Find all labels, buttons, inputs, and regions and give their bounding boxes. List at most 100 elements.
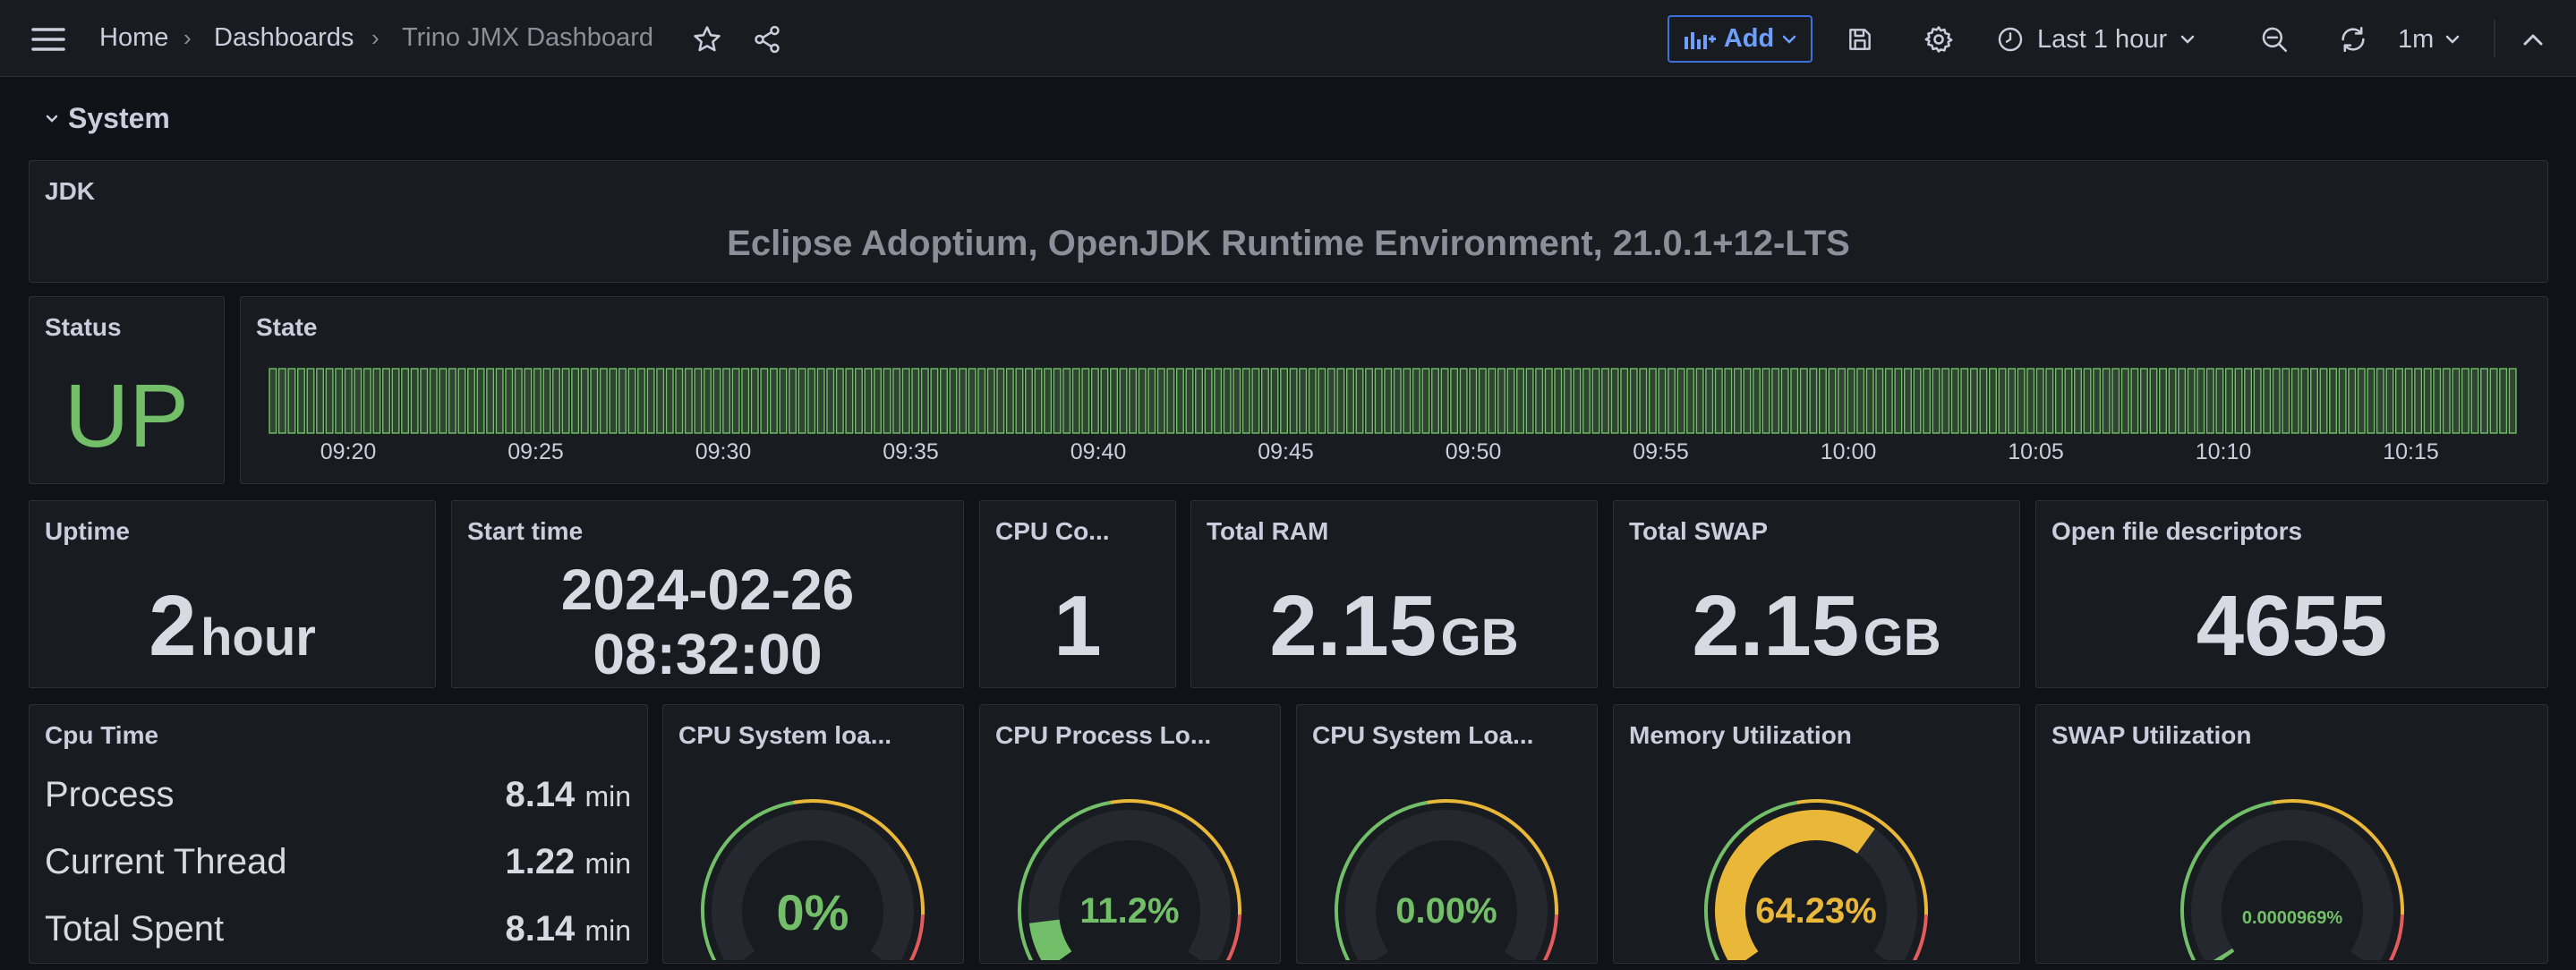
state-cell: [1308, 368, 1317, 434]
start-time-panel[interactable]: Start time 2024-02-26 08:32:00: [451, 500, 964, 688]
time-axis-label: 09:45: [1258, 439, 1314, 464]
state-cell: [2244, 368, 2253, 434]
star-icon[interactable]: [689, 21, 725, 57]
state-cell: [1110, 368, 1118, 434]
cpu-system-load-avg-gauge: 0.00%: [1297, 777, 1599, 970]
state-cell: [1865, 368, 1874, 434]
state-cell: [1563, 368, 1572, 434]
state-cell: [1658, 368, 1667, 434]
chevron-down-icon: [2180, 35, 2195, 44]
time-range-label: Last 1 hour: [2037, 24, 2168, 54]
state-cell: [325, 368, 334, 434]
state-cell: [467, 368, 476, 434]
state-cell: [1280, 368, 1289, 434]
state-cell: [1147, 368, 1156, 434]
state-cell: [2395, 368, 2403, 434]
state-cell: [410, 368, 419, 434]
state-cell: [486, 368, 495, 434]
state-cell: [1610, 368, 1619, 434]
state-cell: [1081, 368, 1090, 434]
state-cell: [2376, 368, 2384, 434]
state-cell: [1601, 368, 1610, 434]
uptime-panel[interactable]: Uptime 2 hour: [29, 500, 436, 688]
state-cell: [750, 368, 759, 434]
state-cell: [949, 368, 958, 434]
breadcrumb-dashboards[interactable]: Dashboards: [214, 20, 354, 55]
open-fd-panel[interactable]: Open file descriptors 4655: [2035, 500, 2548, 688]
state-cell: [2470, 368, 2479, 434]
save-icon[interactable]: [1842, 21, 1878, 57]
uptime-unit: hour: [200, 608, 316, 667]
time-picker[interactable]: Last 1 hour: [1996, 20, 2229, 59]
share-icon[interactable]: [749, 21, 785, 57]
collapse-icon[interactable]: [2515, 21, 2551, 57]
state-cell: [571, 368, 580, 434]
time-axis-label: 09:30: [695, 439, 752, 464]
state-cell: [2168, 368, 2177, 434]
breadcrumb-current: Trino JMX Dashboard: [402, 23, 653, 52]
panel-title: CPU System Loa...: [1312, 721, 1534, 749]
cpu-time-panel[interactable]: Cpu Time Process 8.14 min Current Thread…: [29, 704, 648, 964]
panel-title: Status: [45, 313, 122, 341]
time-axis-label: 10:00: [1820, 439, 1877, 464]
panel-title: Cpu Time: [45, 721, 159, 749]
swap-utilization-panel[interactable]: SWAP Utilization 0.0000969%: [2035, 704, 2548, 970]
state-cell: [561, 368, 570, 434]
state-cell: [675, 368, 684, 434]
state-cell: [1753, 368, 1761, 434]
state-cell: [505, 368, 514, 434]
state-cell: [401, 368, 410, 434]
status-panel[interactable]: Status UP: [29, 296, 225, 484]
cpu-system-load-avg-panel[interactable]: CPU System Loa... 0.00%: [1296, 704, 1599, 970]
state-cell: [854, 368, 863, 434]
cpu-process-load-panel[interactable]: CPU Process Lo... 11.2%: [979, 704, 1281, 970]
total-swap-panel[interactable]: Total SWAP 2.15 GB: [1613, 500, 2020, 688]
state-cell: [1506, 368, 1515, 434]
state-cell: [722, 368, 731, 434]
refresh-icon[interactable]: [2335, 21, 2371, 57]
time-axis-label: 09:50: [1445, 439, 1502, 464]
state-cell: [296, 368, 305, 434]
breadcrumb-home[interactable]: Home: [99, 20, 168, 55]
state-cell: [1941, 368, 1950, 434]
panel-title: CPU Co...: [995, 517, 1110, 545]
state-cell: [1544, 368, 1553, 434]
state-cell: [2348, 368, 2357, 434]
add-button[interactable]: Add: [1668, 15, 1813, 63]
memory-utilization-panel[interactable]: Memory Utilization 64.23%: [1613, 704, 2020, 970]
uptime-number: 2: [149, 578, 197, 674]
jdk-panel[interactable]: JDK Eclipse Adoptium, OpenJDK Runtime En…: [29, 160, 2548, 283]
gauge-track: [2191, 810, 2393, 969]
state-cell: [1223, 368, 1232, 434]
state-cell: [1932, 368, 1941, 434]
state-cell: [514, 368, 523, 434]
refresh-interval-picker[interactable]: 1m: [2398, 20, 2469, 59]
state-cell: [646, 368, 655, 434]
state-cell: [959, 368, 968, 434]
state-cell: [2499, 368, 2508, 434]
cpu-count-panel[interactable]: CPU Co... 1: [979, 500, 1176, 688]
state-cell: [996, 368, 1005, 434]
gauge-value: 0%: [776, 884, 849, 941]
state-cell: [1289, 368, 1298, 434]
state-cell: [760, 368, 769, 434]
state-cell: [1818, 368, 1827, 434]
time-axis-label: 10:10: [2195, 439, 2252, 464]
state-cell: [1403, 368, 1412, 434]
menu-icon[interactable]: [29, 21, 68, 57]
state-cell: [1090, 368, 1099, 434]
state-cell: [826, 368, 835, 434]
state-cell: [2329, 368, 2338, 434]
state-cell: [656, 368, 665, 434]
breadcrumb-separator: ›: [371, 24, 380, 51]
gear-icon[interactable]: [1921, 21, 1957, 57]
state-cell: [665, 368, 674, 434]
state-cell: [1488, 368, 1497, 434]
zoom-out-icon[interactable]: [2256, 21, 2292, 57]
total-ram-panel[interactable]: Total RAM 2.15 GB: [1190, 500, 1598, 688]
state-cell: [524, 368, 533, 434]
state-cell: [363, 368, 371, 434]
state-cell: [287, 368, 296, 434]
time-axis-label: 10:15: [2383, 439, 2439, 464]
cpu-system-load-panel[interactable]: CPU System loa... 0%: [662, 704, 964, 970]
